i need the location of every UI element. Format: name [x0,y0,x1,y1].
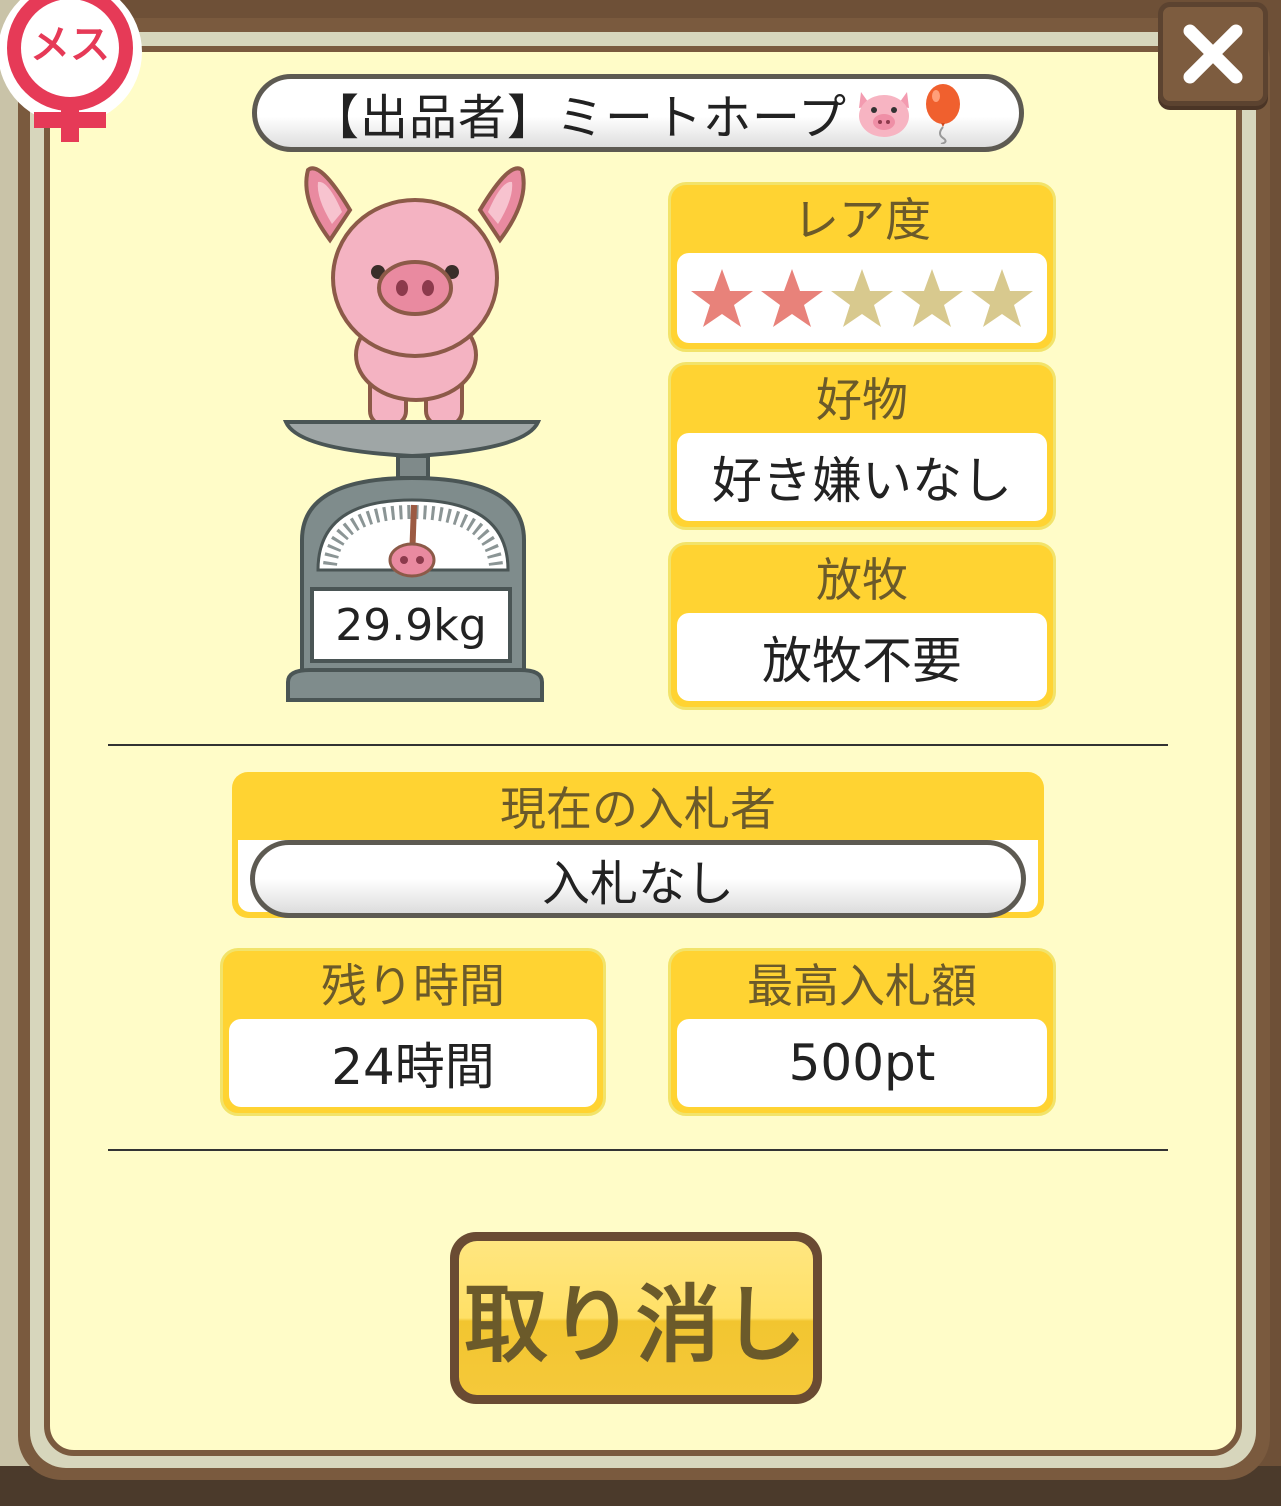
cancel-button-label: 取り消し [459,1241,813,1395]
close-icon [1183,24,1243,84]
current-bidder-value: 入札なし [250,840,1026,918]
divider [108,1149,1168,1151]
current-bidder-label: 現在の入札者 [500,782,776,836]
favorite-food-label: 好物 [816,373,908,427]
remaining-time-label: 残り時間 [321,959,505,1013]
balloon-icon [921,82,965,144]
pig-face-icon [855,86,913,140]
highest-bid-label: 最高入札額 [747,959,977,1013]
close-button[interactable] [1158,2,1268,106]
grazing-value: 放牧不要 [677,613,1047,701]
seller-name: 【出品者】ミートホープ [310,90,848,146]
favorite-food-value: 好き嫌いなし [677,433,1047,521]
female-badge-label: メス [30,22,110,68]
divider [108,744,1168,746]
cancel-button[interactable]: 取り消し [450,1232,822,1404]
grazing-label: 放牧 [816,553,908,607]
star-icon-empty [831,269,893,327]
weight-display: 29.9kg [310,587,512,663]
star-icon-filled [691,269,753,327]
star-icon-empty [971,269,1033,327]
remaining-time-card: 残り時間 24時間 [220,948,606,1116]
rarity-card: レア度 [668,182,1056,352]
rarity-label: レア度 [793,193,931,247]
star-icon-filled [761,269,823,327]
seller-name-pill: 【出品者】ミートホープ [252,74,1024,152]
rarity-stars [677,253,1047,343]
star-icon-empty [901,269,963,327]
remaining-time-value: 24時間 [229,1019,597,1107]
favorite-food-card: 好物 好き嫌いなし [668,362,1056,530]
female-badge: メス [0,0,150,150]
grazing-card: 放牧 放牧不要 [668,542,1056,710]
highest-bid-card: 最高入札額 500pt [668,948,1056,1116]
highest-bid-value: 500pt [677,1019,1047,1107]
